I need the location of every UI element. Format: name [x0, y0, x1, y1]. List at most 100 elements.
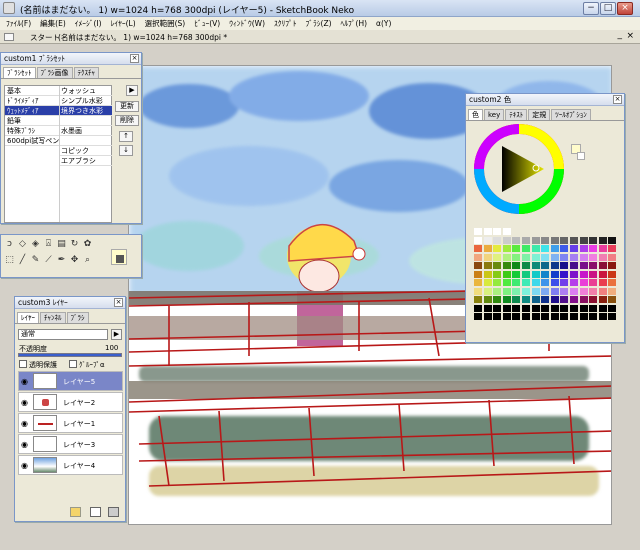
eye-icon[interactable]: ◉ [21, 461, 28, 470]
palette-swatch[interactable] [570, 270, 579, 279]
palette-swatch[interactable] [512, 296, 522, 304]
color-palette[interactable] [474, 228, 622, 328]
opacity-slider[interactable] [18, 353, 122, 357]
palette-swatch[interactable] [493, 270, 503, 279]
pen-icon[interactable]: ✎ [30, 255, 41, 266]
palette-swatch[interactable] [531, 279, 541, 287]
palette-swatch[interactable] [512, 245, 522, 253]
palette-swatch[interactable] [570, 296, 579, 304]
palette-swatch[interactable] [608, 279, 618, 287]
palette-swatch[interactable] [531, 270, 541, 279]
palette-swatch[interactable] [483, 287, 493, 296]
palette-swatch[interactable] [541, 245, 551, 253]
palette-swatch[interactable] [522, 236, 531, 245]
palette-swatch[interactable] [531, 313, 541, 321]
palette-swatch[interactable] [570, 228, 579, 236]
palette-swatch[interactable] [493, 304, 503, 313]
palette-swatch[interactable] [560, 270, 570, 279]
eye-icon[interactable]: ◉ [21, 398, 28, 407]
eye-icon[interactable]: ◉ [21, 419, 28, 428]
palette-swatch[interactable] [493, 245, 503, 253]
palette-swatch[interactable] [560, 245, 570, 253]
eye-icon[interactable]: ◉ [21, 377, 28, 386]
brush-move-up-button[interactable]: ↑ [119, 131, 133, 142]
brush-category-item[interactable]: 600dpi試写ペン [5, 136, 59, 146]
palette-swatch[interactable] [598, 279, 608, 287]
brush-panel-close-icon[interactable]: × [130, 54, 139, 63]
previous-color-swatch[interactable] [577, 152, 585, 160]
palette-swatch[interactable] [570, 287, 579, 296]
palette-swatch[interactable] [502, 245, 512, 253]
palette-swatch[interactable] [502, 287, 512, 296]
palette-swatch[interactable] [608, 287, 618, 296]
palette-swatch[interactable] [483, 245, 493, 253]
bucket-icon[interactable]: ⍓ [43, 239, 54, 250]
move-icon[interactable]: ✥ [69, 255, 80, 266]
palette-swatch[interactable] [502, 262, 512, 270]
palette-swatch[interactable] [570, 236, 579, 245]
tab-channels[interactable]: ﾁｬﾝﾈﾙ [40, 312, 66, 323]
marker-icon[interactable]: ◈ [30, 239, 41, 250]
smudge-icon[interactable]: ✿ [82, 239, 93, 250]
palette-swatch[interactable] [541, 287, 551, 296]
palette-swatch[interactable] [598, 228, 608, 236]
palette-swatch[interactable] [483, 313, 493, 321]
palette-swatch[interactable] [550, 279, 560, 287]
palette-swatch[interactable] [483, 228, 493, 236]
palette-swatch[interactable] [531, 304, 541, 313]
brush-item[interactable] [59, 136, 112, 146]
palette-swatch[interactable] [493, 279, 503, 287]
palette-swatch[interactable] [483, 296, 493, 304]
brush-category-item[interactable]: 特殊ﾌﾞﾗｼ [5, 126, 59, 136]
brush-item[interactable]: エアブラシ [59, 156, 112, 166]
layer-row[interactable]: ◉ レイヤー1 [18, 413, 123, 433]
new-folder-icon[interactable] [70, 507, 81, 517]
palette-swatch[interactable] [550, 313, 560, 321]
palette-swatch[interactable] [579, 279, 589, 287]
palette-swatch[interactable] [608, 270, 618, 279]
palette-swatch[interactable] [560, 304, 570, 313]
brush-item[interactable] [59, 116, 112, 126]
palette-swatch[interactable] [502, 313, 512, 321]
menu-selection[interactable]: 選択範囲(S) [145, 18, 186, 29]
tab-brush-set[interactable]: ﾌﾞﾗｼｾｯﾄ [3, 67, 36, 78]
palette-swatch[interactable] [474, 313, 483, 321]
palette-swatch[interactable] [579, 253, 589, 262]
palette-swatch[interactable] [570, 245, 579, 253]
brush-item[interactable]: シンプル水彩 [59, 96, 112, 106]
palette-swatch[interactable] [579, 236, 589, 245]
palette-swatch[interactable] [570, 304, 579, 313]
palette-swatch[interactable] [483, 262, 493, 270]
color-wheel[interactable] [474, 124, 564, 214]
brush-category-item[interactable]: ﾄﾞﾗｲﾒﾃﾞｨｱ [5, 96, 59, 106]
maximize-button[interactable]: □ [600, 2, 616, 15]
palette-swatch[interactable] [502, 253, 512, 262]
palette-swatch[interactable] [522, 245, 531, 253]
eraser-icon[interactable]: ◇ [17, 239, 28, 250]
palette-swatch[interactable] [522, 270, 531, 279]
palette-swatch[interactable] [512, 253, 522, 262]
group-alpha-checkbox[interactable] [69, 360, 77, 368]
lasso-icon[interactable]: ↄ [4, 239, 15, 250]
palette-swatch[interactable] [502, 236, 512, 245]
palette-swatch[interactable] [560, 287, 570, 296]
brush-icon[interactable]: ╱ [17, 255, 28, 266]
palette-swatch[interactable] [550, 262, 560, 270]
tab-document[interactable]: (名前はまだない。 1) w=1024 h=768 300dpi * [58, 32, 227, 43]
palette-swatch[interactable] [493, 313, 503, 321]
menu-view[interactable]: ﾋﾞｭｰ(V) [194, 18, 220, 29]
palette-swatch[interactable] [589, 253, 599, 262]
palette-swatch[interactable] [522, 262, 531, 270]
palette-swatch[interactable] [608, 253, 618, 262]
tab-color[interactable]: 色 [468, 109, 483, 120]
palette-swatch[interactable] [512, 270, 522, 279]
palette-swatch[interactable] [531, 245, 541, 253]
palette-swatch[interactable] [598, 287, 608, 296]
palette-swatch[interactable] [579, 313, 589, 321]
menu-brush[interactable]: ﾌﾞﾗｼ(Z) [306, 18, 332, 29]
palette-swatch[interactable] [474, 287, 483, 296]
zoom-icon[interactable]: ⌕ [82, 255, 93, 266]
menu-window[interactable]: ｳｨﾝﾄﾞｳ(W) [229, 18, 265, 29]
brush-item[interactable]: コピック [59, 146, 112, 156]
palette-swatch[interactable] [550, 287, 560, 296]
